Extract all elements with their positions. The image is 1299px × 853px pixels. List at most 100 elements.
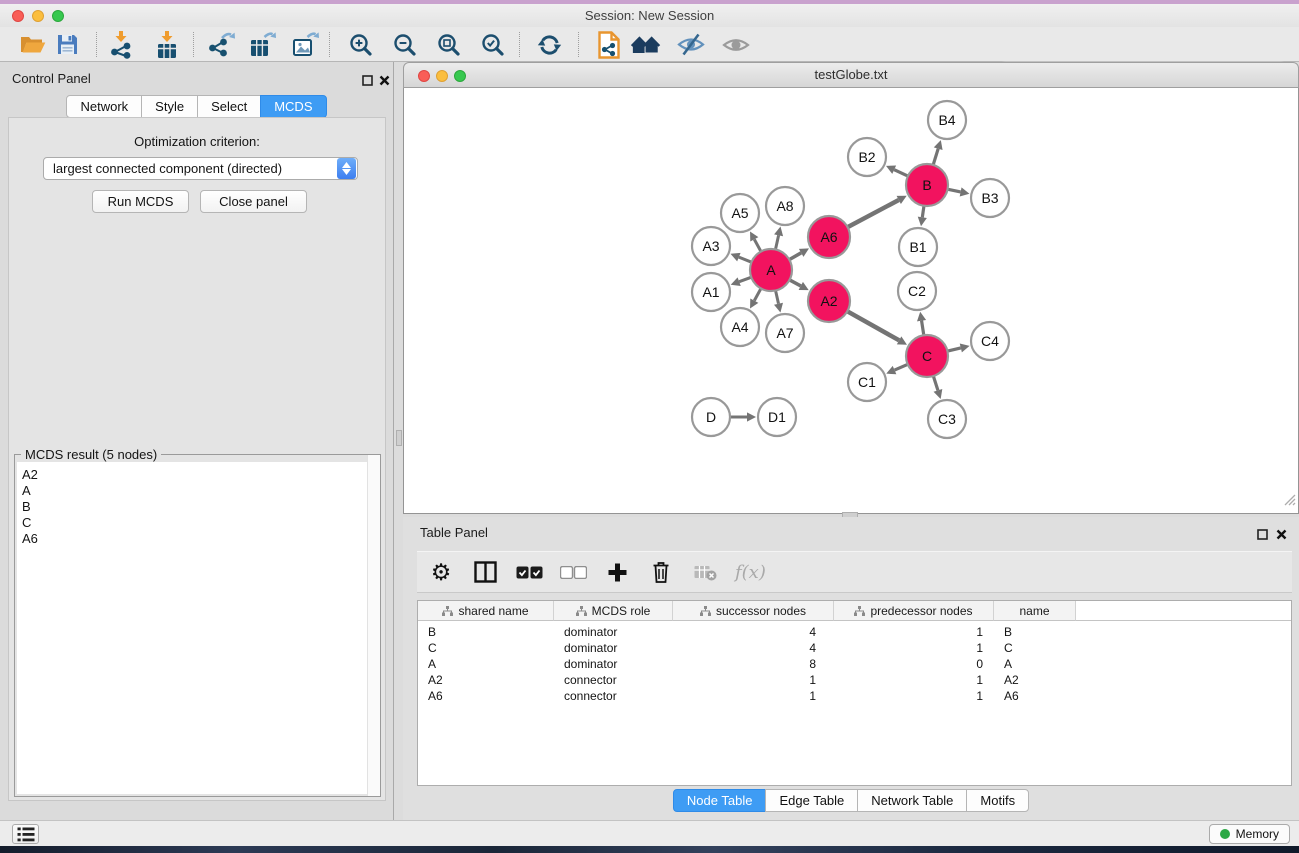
mcds-result-item[interactable]: B — [17, 499, 378, 515]
table-cell: A2 — [994, 673, 1076, 687]
network-close-traffic-light[interactable] — [418, 70, 430, 82]
table-cell: 0 — [834, 657, 994, 671]
table-cell: A — [418, 657, 554, 671]
tab-select[interactable]: Select — [197, 95, 261, 118]
graph-node-B2[interactable]: B2 — [848, 138, 886, 176]
zoom-selected-icon[interactable] — [478, 30, 508, 59]
memory-button[interactable]: Memory — [1209, 824, 1290, 844]
graph-node-C1[interactable]: C1 — [848, 363, 886, 401]
float-panel-icon[interactable] — [362, 73, 373, 91]
toolbar-separator — [578, 32, 579, 57]
run-mcds-button[interactable]: Run MCDS — [92, 190, 189, 213]
table-row[interactable]: A6connector11A6 — [418, 688, 1291, 704]
save-session-icon[interactable] — [52, 30, 82, 59]
refresh-icon[interactable] — [534, 30, 564, 59]
show-panels-eye-icon[interactable] — [721, 30, 751, 59]
export-image-icon[interactable] — [290, 30, 320, 59]
close-panel-icon[interactable] — [379, 73, 390, 91]
edge-arrowhead-icon — [918, 217, 927, 227]
delete-table-icon[interactable] — [691, 557, 719, 587]
graph-node-A3[interactable]: A3 — [692, 227, 730, 265]
graph-node-A[interactable]: A — [750, 249, 792, 291]
graph-edge-A6-B[interactable] — [846, 200, 899, 228]
edge-arrowhead-icon — [917, 312, 926, 322]
graph-node-A6[interactable]: A6 — [808, 216, 850, 258]
mcds-result-item[interactable]: C — [17, 515, 378, 531]
import-network-icon[interactable] — [106, 30, 136, 59]
zoom-out-icon[interactable] — [390, 30, 420, 59]
graph-node-A5[interactable]: A5 — [721, 194, 759, 232]
graph-node-A7[interactable]: A7 — [766, 314, 804, 352]
graph-node-A8[interactable]: A8 — [766, 187, 804, 225]
graph-node-C3[interactable]: C3 — [928, 400, 966, 438]
network-overview-icon[interactable] — [631, 30, 661, 59]
import-table-icon[interactable] — [152, 30, 182, 59]
graph-node-A4[interactable]: A4 — [721, 308, 759, 346]
table-row[interactable]: Cdominator41C — [418, 640, 1291, 656]
table-row[interactable]: A2connector11A2 — [418, 672, 1291, 688]
graph-node-C4[interactable]: C4 — [971, 322, 1009, 360]
graph-node-A1[interactable]: A1 — [692, 273, 730, 311]
optimization-criterion-select[interactable]: largest connected component (directed) — [43, 157, 358, 180]
task-history-button[interactable] — [12, 824, 39, 844]
graph-node-C2[interactable]: C2 — [898, 272, 936, 310]
mcds-result-item[interactable]: A6 — [17, 531, 378, 547]
graph-node-D[interactable]: D — [692, 398, 730, 436]
select-all-columns-icon[interactable] — [515, 557, 543, 587]
table-columns-icon[interactable] — [471, 557, 499, 587]
graph-node-D1[interactable]: D1 — [758, 398, 796, 436]
export-table-icon[interactable] — [247, 30, 277, 59]
tab-network[interactable]: Network — [66, 95, 142, 118]
column-header-successor-nodes[interactable]: successor nodes — [673, 601, 834, 621]
tab-mcds[interactable]: MCDS — [260, 95, 326, 118]
status-bar: Memory — [0, 820, 1299, 846]
table-row[interactable]: Adominator80A — [418, 656, 1291, 672]
network-window-titlebar[interactable]: testGlobe.txt — [403, 62, 1299, 88]
graph-node-B4[interactable]: B4 — [928, 101, 966, 139]
float-table-panel-icon[interactable] — [1257, 527, 1268, 545]
table-row[interactable]: Bdominator41B — [418, 624, 1291, 640]
tab-node-table[interactable]: Node Table — [673, 789, 767, 812]
close-panel-button[interactable]: Close panel — [200, 190, 307, 213]
tab-motifs[interactable]: Motifs — [966, 789, 1029, 812]
graph-node-B[interactable]: B — [906, 164, 948, 206]
svg-text:B: B — [922, 177, 931, 193]
zoom-in-icon[interactable] — [346, 30, 376, 59]
open-session-file-icon[interactable] — [594, 30, 624, 59]
add-column-plus-icon[interactable] — [603, 557, 631, 587]
open-file-icon[interactable] — [18, 30, 48, 59]
column-header-predecessor-nodes[interactable]: predecessor nodes — [834, 601, 994, 621]
delete-column-trash-icon[interactable] — [647, 557, 675, 587]
hide-panels-eye-slash-icon[interactable] — [676, 30, 706, 59]
resize-grip-icon[interactable] — [1283, 493, 1296, 511]
graph-edge-A2-C[interactable] — [846, 310, 900, 340]
zoom-fit-icon[interactable] — [434, 30, 464, 59]
table-settings-gear-icon[interactable]: ⚙ — [427, 557, 455, 587]
zoom-traffic-light[interactable] — [52, 10, 64, 22]
function-builder-icon[interactable]: f(x) — [735, 557, 766, 587]
graph-node-B1[interactable]: B1 — [899, 228, 937, 266]
graph-node-A2[interactable]: A2 — [808, 280, 850, 322]
mcds-result-item[interactable]: A — [17, 483, 378, 499]
tab-edge-table[interactable]: Edge Table — [765, 789, 858, 812]
tab-network-table[interactable]: Network Table — [857, 789, 967, 812]
minimize-traffic-light[interactable] — [32, 10, 44, 22]
tab-style[interactable]: Style — [141, 95, 198, 118]
vertical-splitter-handle[interactable] — [396, 430, 402, 446]
column-header-MCDS-role[interactable]: MCDS role — [554, 601, 673, 621]
network-minimize-traffic-light[interactable] — [436, 70, 448, 82]
result-scrollbar[interactable] — [367, 455, 380, 796]
table-cell: 8 — [673, 657, 834, 671]
network-zoom-traffic-light[interactable] — [454, 70, 466, 82]
export-network-icon[interactable] — [206, 30, 236, 59]
svg-text:A3: A3 — [702, 238, 719, 254]
graph-node-B3[interactable]: B3 — [971, 179, 1009, 217]
network-canvas[interactable]: A A1 A2 A3 A4 A5 A6 A7 A8 B B1 B2 B3 B4 C C1 C2 C3 C4 D D1 — [403, 88, 1299, 514]
unselect-all-columns-icon[interactable] — [559, 557, 587, 587]
close-traffic-light[interactable] — [12, 10, 24, 22]
close-table-panel-icon[interactable] — [1276, 527, 1287, 545]
column-header-shared-name[interactable]: shared name — [418, 601, 554, 621]
graph-node-C[interactable]: C — [906, 335, 948, 377]
column-header-name[interactable]: name — [994, 601, 1076, 621]
mcds-result-item[interactable]: A2 — [17, 462, 378, 483]
